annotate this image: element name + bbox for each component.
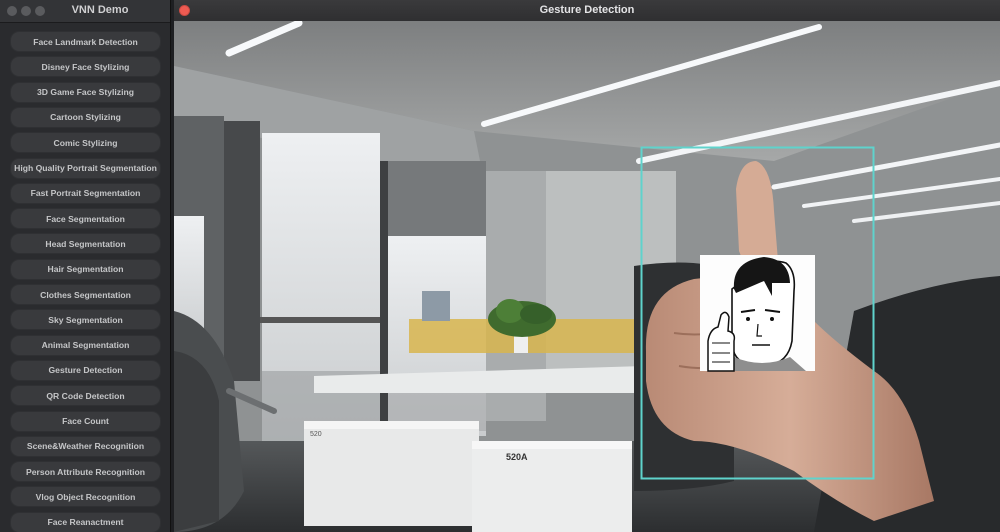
pillar	[224, 121, 260, 381]
gesture-detection-window: Gesture Detection 520 520A	[174, 0, 1000, 532]
camera-feed: 520 520A	[174, 21, 1000, 532]
cabinet	[304, 421, 479, 526]
menu-button-person-attribute-recognition[interactable]: Person Attribute Recognition	[10, 461, 161, 483]
menu-button-face-landmark-detection[interactable]: Face Landmark Detection	[10, 31, 161, 52]
window-title: VNN Demo	[71, 4, 129, 16]
menu-button-gesture-detection[interactable]: Gesture Detection	[10, 359, 161, 381]
menu-button-clothes-segmentation[interactable]: Clothes Segmentation	[10, 284, 161, 305]
menu-button-disney-face-stylizing[interactable]: Disney Face Stylizing	[10, 56, 161, 78]
menu-button-head-segmentation[interactable]: Head Segmentation	[10, 233, 161, 255]
cabinet-number-label: 520	[310, 431, 322, 438]
left-title-bar: VNN Demo	[0, 0, 170, 23]
gesture-sticker	[700, 255, 815, 372]
window-blind	[388, 161, 486, 236]
vnn-demo-window: VNN Demo Face Landmark Detection Disney …	[0, 0, 171, 532]
cabinet	[472, 441, 632, 532]
menu-button-hq-portrait-segmentation[interactable]: High Quality Portrait Segmentation	[10, 157, 161, 179]
menu-button-face-segmentation[interactable]: Face Segmentation	[10, 208, 161, 230]
menu-button-comic-stylizing[interactable]: Comic Stylizing	[10, 132, 161, 154]
cabinet-number-label: 520A	[506, 452, 528, 462]
menu-button-sky-segmentation[interactable]: Sky Segmentation	[10, 309, 161, 331]
right-title-bar: Gesture Detection	[174, 0, 1000, 22]
menu-button-hair-segmentation[interactable]: Hair Segmentation	[10, 258, 161, 280]
monitor	[422, 291, 450, 321]
menu-button-animal-segmentation[interactable]: Animal Segmentation	[10, 334, 161, 356]
menu-button-3d-game-face-stylizing[interactable]: 3D Game Face Stylizing	[10, 81, 161, 103]
menu-button-qr-code-detection[interactable]: QR Code Detection	[10, 385, 161, 407]
window-title: Gesture Detection	[539, 4, 635, 16]
menu-button-cartoon-stylizing[interactable]: Cartoon Stylizing	[10, 106, 161, 128]
menu-button-vlog-object-recognition[interactable]: Vlog Object Recognition	[10, 486, 161, 508]
menu-button-scene-weather-recognition[interactable]: Scene&Weather Recognition	[10, 435, 161, 457]
menu-button-face-reanactment[interactable]: Face Reanactment	[10, 511, 161, 532]
menu-button-fast-portrait-segmentation[interactable]: Fast Portrait Segmentation	[10, 182, 161, 204]
menu-button-face-count[interactable]: Face Count	[10, 410, 161, 432]
